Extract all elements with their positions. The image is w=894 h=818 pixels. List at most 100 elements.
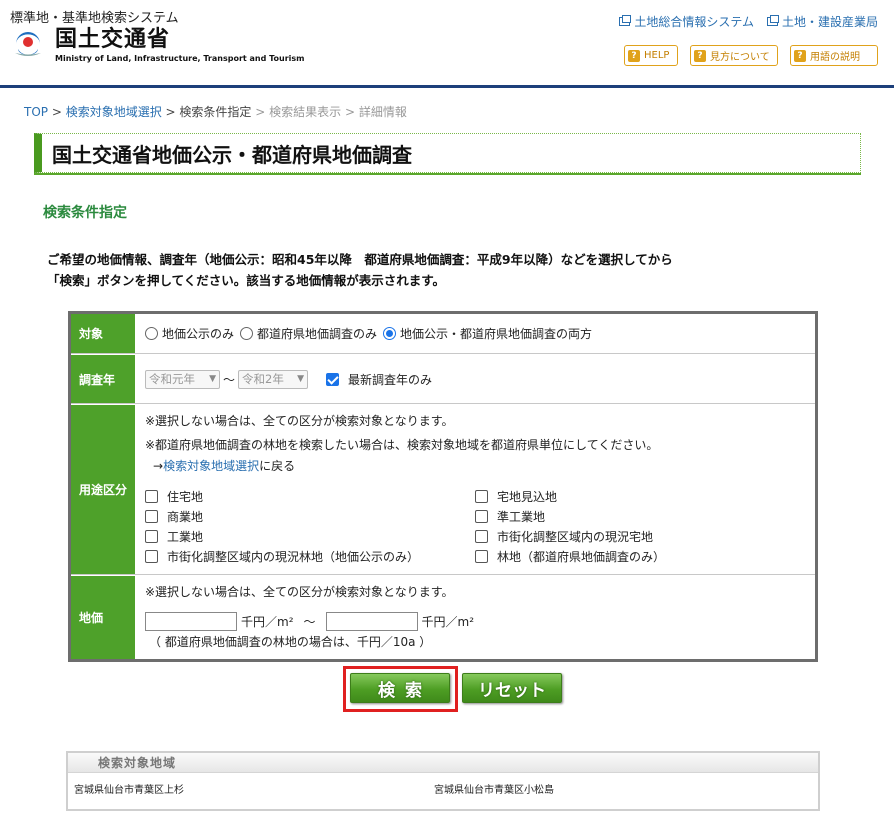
usage-checkbox-urbanization-forest[interactable]: 市街化調整区域内の現況林地（地価公示のみ）: [145, 548, 419, 565]
price-from-input[interactable]: [145, 612, 237, 631]
checkbox: [475, 530, 488, 543]
breadcrumb-results: 検索結果表示: [269, 105, 342, 119]
usage-checkbox-commercial[interactable]: 商業地: [145, 508, 203, 525]
target-radio-both[interactable]: 地価公示・都道府県地価調査の両方: [383, 325, 592, 342]
page-title: 国土交通省地価公示・都道府県地価調査: [52, 142, 412, 167]
target-radio-land-price[interactable]: 地価公示のみ: [145, 325, 234, 342]
intro-text: ご希望の地価情報、調査年（地価公示：昭和45年以降 都道府県地価調査：平成9年以…: [47, 249, 673, 291]
land-construction-bureau-label: 土地・建設産業局: [781, 15, 878, 29]
reset-button[interactable]: リセット: [462, 673, 562, 703]
search-area-title: 検索対象地域: [68, 753, 818, 773]
breadcrumb-separator: >: [251, 105, 270, 119]
target-label: 対象: [71, 314, 135, 353]
breadcrumb-current: 検索条件指定: [179, 105, 252, 119]
question-icon: ?: [794, 49, 806, 62]
usage-checkbox-forest[interactable]: 林地（都道府県地価調査のみ）: [475, 548, 665, 565]
external-window-icon: [766, 15, 779, 26]
external-links: 土地総合情報システム 土地・建設産業局: [619, 13, 878, 30]
usage-option-label: 商業地: [167, 510, 204, 524]
checkbox: [145, 490, 158, 503]
price-note: ※選択しない場合は、全ての区分が検索対象となります。: [145, 585, 454, 599]
usage-option-label: 市街化調整区域内の現況宅地: [497, 530, 654, 544]
year-label: 調査年: [71, 355, 135, 403]
price-row: 地価 ※選択しない場合は、全ての区分が検索対象となります。 千円／m² ～ 千円…: [71, 576, 815, 659]
search-form: 対象 地価公示のみ 都道府県地価調査のみ 地価公示・都道府県地価調査の両方 調査…: [68, 311, 818, 662]
target-radio-prefecture-survey[interactable]: 都道府県地価調査のみ: [240, 325, 377, 342]
usage-checkbox-semi-industrial[interactable]: 準工業地: [475, 508, 545, 525]
checkbox: [145, 510, 158, 523]
breadcrumb-separator: >: [161, 105, 180, 119]
price-to-input[interactable]: [325, 612, 418, 631]
usage-note-1: ※選択しない場合は、全ての区分が検索対象となります。: [145, 414, 454, 428]
back-suffix: に戻る: [259, 459, 296, 473]
chevron-down-icon: ▼: [297, 374, 305, 384]
site-subtitle: 標準地・基準地検索システム: [10, 11, 179, 26]
search-area-item: 宮城県仙台市青葉区小松島: [434, 785, 554, 796]
ministry-logo[interactable]: 国土交通省 Ministry of Land, Infrastructure, …: [11, 28, 305, 64]
usage-option-label: 林地（都道府県地価調査のみ）: [497, 550, 666, 564]
section-title: 検索条件指定: [43, 205, 127, 221]
breadcrumb-detail: 詳細情報: [358, 105, 407, 119]
checkbox: [475, 490, 488, 503]
checkbox: [145, 550, 158, 563]
usage-option-label: 住宅地: [167, 490, 204, 504]
land-info-system-label: 土地総合情報システム: [634, 15, 754, 29]
search-button[interactable]: 検索: [350, 673, 450, 703]
intro-line-1: ご希望の地価情報、調査年（地価公示：昭和45年以降 都道府県地価調査：平成9年以…: [47, 252, 673, 267]
usage-option-label: 準工業地: [497, 510, 546, 524]
target-option-label: 地価公示・都道府県地価調査の両方: [400, 327, 593, 341]
year-row: 調査年 令和元年 ▼ ～ 令和2年 ▼ 最新調査年のみ: [71, 355, 815, 404]
target-option-label: 地価公示のみ: [162, 327, 235, 341]
usage-option-label: 工業地: [167, 530, 204, 544]
radio-circle-selected: [383, 327, 397, 340]
latest-year-only-label: 最新調査年のみ: [348, 372, 433, 387]
question-icon: ?: [694, 49, 706, 62]
year-from-value: 令和元年: [149, 372, 195, 386]
breadcrumb-top-link[interactable]: TOP: [24, 105, 48, 119]
usage-checkbox-prospective-residential[interactable]: 宅地見込地: [475, 488, 557, 505]
year-from-select[interactable]: 令和元年 ▼: [145, 369, 220, 389]
radio-circle: [145, 327, 158, 340]
usage-checkbox-residential[interactable]: 住宅地: [145, 488, 203, 505]
usage-label: 用途区分: [71, 405, 135, 574]
target-row: 対象 地価公示のみ 都道府県地価調査のみ 地価公示・都道府県地価調査の両方: [71, 314, 815, 354]
intro-line-2: 「検索」ボタンを押してください。該当する地価情報が表示されます。: [47, 273, 446, 288]
land-construction-bureau-link[interactable]: 土地・建設産業局: [766, 13, 878, 30]
usage-checkbox-urbanization-residential[interactable]: 市街化調整区域内の現況宅地: [475, 528, 653, 545]
page-title-box: 国土交通省地価公示・都道府県地価調査: [34, 133, 861, 173]
help-button-label: HELP: [644, 50, 670, 61]
year-to-select[interactable]: 令和2年 ▼: [238, 369, 309, 389]
breadcrumb-area-select-link[interactable]: 検索対象地域選択: [66, 105, 162, 119]
search-area-box: 検索対象地域 宮城県仙台市青葉区上杉 宮城県仙台市青葉区小松島: [66, 751, 820, 811]
title-underline: [34, 173, 861, 175]
back-to-area-select-link[interactable]: 検索対象地域選択: [163, 459, 259, 473]
breadcrumb: TOP > 検索対象地域選択 > 検索条件指定 > 検索結果表示 > 詳細情報: [24, 103, 407, 120]
price-unit: 千円／m²: [241, 615, 294, 629]
help-button[interactable]: ? HELP: [624, 45, 678, 66]
usage-option-label: 宅地見込地: [497, 490, 558, 504]
land-info-system-link[interactable]: 土地総合情報システム: [619, 13, 754, 30]
year-to-value: 令和2年: [242, 372, 284, 386]
question-icon: ?: [628, 49, 640, 62]
glossary-button[interactable]: ? 用語の説明: [790, 45, 878, 66]
how-to-read-button[interactable]: ? 見方について: [690, 45, 778, 66]
checkbox: [475, 550, 488, 563]
price-range-tilde: ～: [303, 615, 316, 629]
glossary-label: 用語の説明: [810, 52, 860, 63]
search-area-item: 宮城県仙台市青葉区上杉: [74, 785, 184, 796]
chevron-down-icon: ▼: [209, 374, 216, 384]
ministry-name-jp: 国土交通省: [55, 27, 171, 52]
checkbox: [145, 530, 158, 543]
target-option-label: 都道府県地価調査のみ: [257, 327, 378, 341]
breadcrumb-separator: >: [341, 105, 359, 119]
price-forest-note: （ 都道府県地価調査の林地の場合は、千円／10a ）: [149, 635, 432, 649]
latest-year-only-checkbox[interactable]: 最新調査年のみ: [326, 371, 432, 388]
ministry-name-en: Ministry of Land, Infrastructure, Transp…: [55, 54, 305, 63]
breadcrumb-separator: >: [48, 105, 66, 119]
usage-checkbox-industrial[interactable]: 工業地: [145, 528, 203, 545]
site-header: 標準地・基準地検索システム 国土交通省 Ministry of Land, In…: [0, 0, 894, 88]
price-range: 千円／m² ～ 千円／m²: [145, 612, 474, 631]
usage-option-label: 市街化調整区域内の現況林地（地価公示のみ）: [167, 550, 420, 564]
checkbox-checked: [326, 372, 340, 386]
usage-row: 用途区分 ※選択しない場合は、全ての区分が検索対象となります。 ※都道府県地価調…: [71, 405, 815, 575]
